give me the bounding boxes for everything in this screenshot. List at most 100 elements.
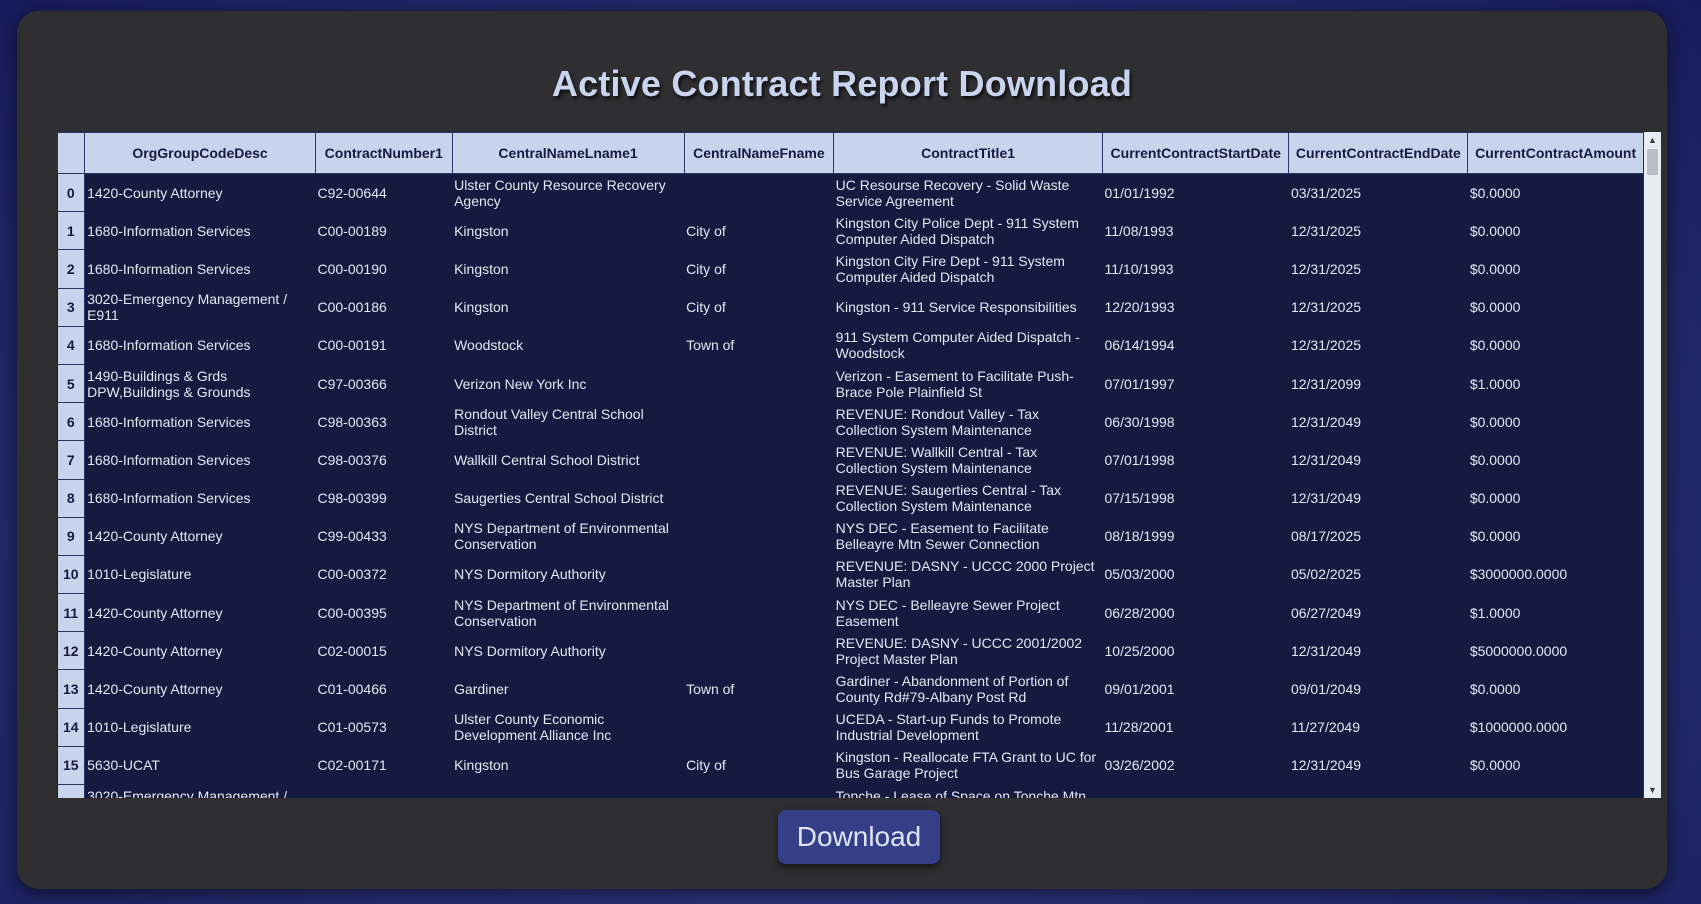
table-row: 6 1680-Information Services C98-00363 Rondo… bbox=[57, 402, 1644, 442]
table-cell: 12/31/2049 bbox=[1290, 642, 1362, 659]
row-index: 9 bbox=[57, 517, 86, 556]
table-cell: NYS Dormitory Authority bbox=[454, 642, 606, 659]
table-cell: $0.0000 bbox=[1469, 337, 1521, 354]
table-cell: Kingston bbox=[454, 222, 509, 239]
table-cell: 07/01/1997 bbox=[1104, 375, 1175, 392]
table-cell: 1680-Information Services bbox=[87, 222, 251, 239]
table-cell: 12/31/2049 bbox=[1290, 451, 1362, 468]
download-button[interactable]: Download bbox=[778, 810, 940, 864]
column-header[interactable]: CurrentContractEndDate bbox=[1288, 132, 1469, 174]
table-cell: NYS Dormitory Authority bbox=[454, 566, 606, 583]
scrollbar-thumb[interactable] bbox=[1647, 149, 1658, 175]
table-cell: 12/31/2049 bbox=[1290, 490, 1362, 507]
column-header[interactable]: ContractNumber1 bbox=[315, 132, 453, 174]
table-cell: C00-00186 bbox=[317, 299, 387, 316]
table-cell: $0.0000 bbox=[1469, 451, 1521, 468]
table-cell: 08/18/1999 bbox=[1104, 528, 1175, 545]
row-index: 1 bbox=[57, 211, 86, 251]
table-cell: $5000000.0000 bbox=[1469, 642, 1568, 659]
table-cell: Gardiner bbox=[454, 681, 509, 698]
table-cell: C98-00399 bbox=[317, 490, 387, 507]
row-index: 6 bbox=[57, 402, 86, 442]
table-cell: $3000000.0000 bbox=[1469, 566, 1568, 583]
table-cell: 09/01/2049 bbox=[1290, 681, 1362, 698]
table-row: 12 1420-County Attorney C02-00015 NYS Dormi… bbox=[57, 631, 1644, 671]
table-cell: $1000000.0000 bbox=[1469, 719, 1568, 736]
table-cell: 1420-County Attorney bbox=[87, 528, 223, 545]
table-cell: Saugerties Central School District bbox=[454, 490, 664, 507]
table-cell: 12/31/2049 bbox=[1290, 757, 1362, 774]
contract-table-container[interactable]: OrgGroupCodeDesc ContractNumber1 CentralNa… bbox=[57, 132, 1643, 798]
table-cell bbox=[684, 555, 834, 593]
column-header[interactable]: CentralNameLname1 bbox=[451, 132, 685, 174]
table-cell: 12/31/2099 bbox=[1290, 375, 1362, 392]
row-index: 16 bbox=[57, 784, 86, 798]
table-cell: 05/02/2025 bbox=[1290, 566, 1362, 583]
column-header[interactable]: CurrentContractStartDate bbox=[1101, 132, 1290, 174]
table-cell: 12/31/2025 bbox=[1290, 299, 1362, 316]
table-cell: Kingston - 911 Service Responsibilities bbox=[835, 299, 1077, 316]
scroll-up-arrow-icon[interactable]: ▲ bbox=[1644, 132, 1661, 148]
table-cell bbox=[684, 479, 834, 517]
column-header[interactable]: OrgGroupCodeDesc bbox=[84, 132, 316, 174]
table-cell: 10/25/2000 bbox=[1104, 642, 1175, 659]
table-cell: 5630-UCAT bbox=[87, 757, 160, 774]
column-header[interactable]: CurrentContractAmount bbox=[1467, 132, 1643, 174]
table-cell: 06/14/1994 bbox=[1104, 337, 1175, 354]
row-index: 4 bbox=[57, 326, 86, 365]
table-cell: $0.0000 bbox=[1469, 413, 1521, 430]
table-cell: 1680-Information Services bbox=[87, 260, 251, 277]
table-cell: City of bbox=[686, 299, 726, 316]
row-index: 8 bbox=[57, 479, 86, 518]
row-index: 5 bbox=[57, 364, 86, 404]
table-cell: 1680-Information Services bbox=[87, 413, 251, 430]
table-cell: $0.0000 bbox=[1469, 490, 1521, 507]
table-cell: 09/01/2001 bbox=[1104, 681, 1175, 698]
table-cell bbox=[684, 785, 834, 799]
table-cell: 07/01/1998 bbox=[1104, 451, 1175, 468]
table-cell: C02-00015 bbox=[317, 642, 387, 659]
table-cell: Gardiner - Abandonment of Portion of Cou… bbox=[835, 673, 1069, 706]
table-cell: $266579.6800 bbox=[1468, 785, 1643, 798]
scroll-down-arrow-icon[interactable]: ▼ bbox=[1644, 782, 1661, 798]
column-header[interactable]: CentralNameFname bbox=[683, 132, 835, 174]
table-cell: C00-00191 bbox=[317, 337, 387, 354]
table-cell: 1490-Buildings & Grds DPW,Buildings & Gr… bbox=[87, 367, 251, 400]
table-cell: 1420-County Attorney bbox=[87, 642, 223, 659]
table-cell: NYS DEC - Easement to Facilitate Belleay… bbox=[835, 520, 1049, 553]
table-cell bbox=[684, 403, 834, 441]
table-cell: C02-00171 bbox=[317, 757, 387, 774]
table-row: 13 1420-County Attorney C01-00466 Gardiner T… bbox=[57, 669, 1644, 709]
table-cell: City of bbox=[686, 260, 726, 277]
vertical-scrollbar[interactable]: ▲ ▼ bbox=[1644, 132, 1661, 798]
table-cell: C00-00372 bbox=[317, 566, 387, 583]
table-cell: Woodstock bbox=[454, 337, 524, 354]
page-title: Active Contract Report Download bbox=[551, 63, 1133, 104]
table-cell bbox=[684, 708, 834, 746]
table-cell: C01-00573 bbox=[317, 719, 387, 736]
table-cell bbox=[684, 364, 834, 402]
table-row: 11 1420-County Attorney C00-00395 NYS Depar… bbox=[57, 593, 1644, 633]
table-cell: REVENUE: Rondout Valley - Tax Collection… bbox=[835, 405, 1040, 438]
table-cell: Kingston City Police Dept - 911 System C… bbox=[835, 214, 1079, 247]
table-cell: C98-00376 bbox=[317, 451, 387, 468]
table-cell: 11/10/1993 bbox=[1104, 260, 1174, 277]
table-cell: 12/31/2025 bbox=[1290, 337, 1362, 354]
table-cell: Town of bbox=[686, 681, 735, 698]
table-row: 15 5630-UCAT C02-00171 Kingston City of Kings… bbox=[57, 746, 1644, 786]
table-row: 8 1680-Information Services C98-00399 Sauge… bbox=[57, 479, 1644, 518]
table-cell: Kingston City Fire Dept - 911 System Com… bbox=[835, 252, 1065, 285]
table-cell: Kingston bbox=[454, 299, 509, 316]
row-index: 11 bbox=[57, 593, 86, 633]
row-index: 10 bbox=[57, 555, 86, 595]
table-row: 5 1490-Buildings & Grds DPW,Buildings & G… bbox=[57, 364, 1644, 404]
table-cell: 07/15/1998 bbox=[1104, 490, 1175, 507]
table-cell: REVENUE: DASNY - UCCC 2000 Project Maste… bbox=[835, 558, 1095, 591]
table-cell: 911 System Computer Aided Dispatch - Woo… bbox=[835, 329, 1080, 362]
index-column-header[interactable] bbox=[57, 132, 86, 174]
table-cell: 05/03/2000 bbox=[1104, 566, 1175, 583]
column-header[interactable]: ContractTitle1 bbox=[833, 132, 1103, 174]
table-header-row: OrgGroupCodeDesc ContractNumber1 CentralNa… bbox=[57, 132, 1643, 174]
table-cell: Ulster County Resource Recovery Agency bbox=[454, 176, 666, 209]
table-cell: $0.0000 bbox=[1469, 299, 1521, 316]
